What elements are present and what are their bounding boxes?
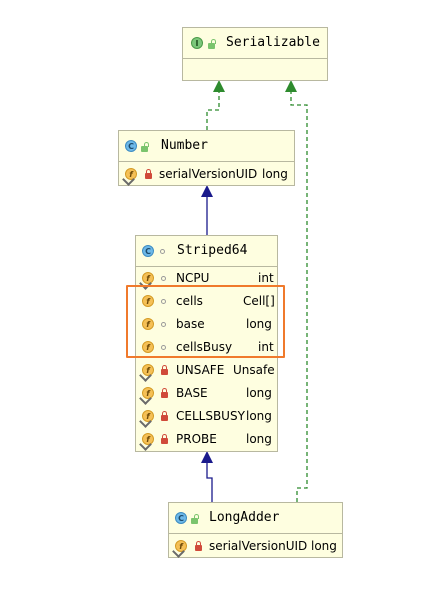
package-private-icon	[160, 249, 165, 254]
class-box-number[interactable]: C Number f serialVersionUID long	[118, 130, 295, 186]
class-icon: C	[142, 245, 154, 257]
private-lock-icon	[161, 365, 168, 375]
field-type: int	[258, 271, 274, 285]
field-type: Unsafe	[233, 363, 275, 377]
field-type: long	[311, 539, 337, 553]
class-box-longadder[interactable]: C LongAdder f serialVersionUID long	[168, 502, 343, 558]
field-name: BASE	[176, 386, 208, 400]
field-name: NCPU	[176, 271, 210, 285]
field-name: serialVersionUID	[159, 167, 258, 181]
field-type: long	[262, 167, 288, 181]
public-visibility-icon	[208, 39, 216, 49]
field-row[interactable]: f PROBE long	[136, 428, 277, 451]
public-visibility-icon	[141, 142, 149, 152]
class-header-number: C Number	[119, 131, 294, 162]
private-lock-icon	[161, 388, 168, 398]
field-row[interactable]: f CELLSBUSY long	[136, 405, 277, 428]
package-private-icon	[161, 276, 166, 281]
field-name: CELLSBUSY	[176, 409, 245, 423]
class-header-striped64: C Striped64	[136, 236, 277, 267]
class-name: Serializable	[226, 35, 320, 50]
field-row[interactable]: f BASE long	[136, 382, 277, 405]
private-lock-icon	[161, 411, 168, 421]
class-box-serializable[interactable]: I Serializable	[182, 27, 328, 81]
field-type: long	[246, 409, 272, 423]
field-row[interactable]: f serialVersionUID long	[169, 535, 342, 558]
field-name: PROBE	[176, 432, 217, 446]
class-name: LongAdder	[209, 510, 280, 525]
field-row[interactable]: f UNSAFE Unsafe	[136, 359, 277, 382]
class-header-serializable: I Serializable	[183, 28, 327, 59]
field-name: UNSAFE	[176, 363, 225, 377]
edge-longadder-extends-striped64	[201, 451, 213, 502]
field-type: long	[246, 432, 272, 446]
private-lock-icon	[145, 169, 152, 179]
class-icon: C	[175, 512, 187, 524]
edge-striped64-extends-number	[201, 185, 213, 235]
class-icon: C	[125, 140, 137, 152]
class-name: Striped64	[177, 243, 248, 258]
interface-icon: I	[191, 37, 203, 49]
field-name: serialVersionUID	[209, 539, 308, 553]
class-header-longadder: C LongAdder	[169, 503, 342, 534]
edge-number-implements-serializable	[206, 80, 225, 130]
private-lock-icon	[161, 434, 168, 444]
field-type: long	[246, 386, 272, 400]
field-row[interactable]: f serialVersionUID long	[119, 163, 294, 186]
public-visibility-icon	[191, 514, 199, 524]
highlight-box	[126, 285, 285, 358]
class-name: Number	[161, 138, 208, 153]
private-lock-icon	[195, 541, 202, 551]
